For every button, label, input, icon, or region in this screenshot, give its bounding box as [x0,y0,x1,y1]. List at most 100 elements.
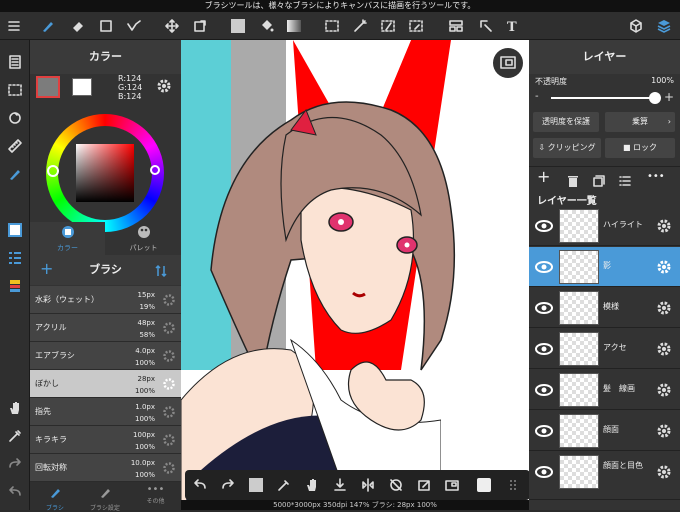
layer-settings-gear-icon[interactable] [656,464,672,480]
grip-icon[interactable] [505,476,523,494]
brush-tool-icon[interactable] [38,16,58,36]
tab-brush-settings[interactable]: ブラシ設定 [80,484,130,512]
stabilizer-icon[interactable] [5,164,25,184]
delete-layer-icon[interactable] [567,172,579,191]
vector-tool-icon[interactable] [124,16,144,36]
layer-row[interactable]: 顔面 [529,411,680,451]
brush-gear-icon[interactable] [162,377,176,391]
visibility-eye-icon[interactable] [534,218,554,234]
selection-icon[interactable] [5,80,25,100]
brush-gear-icon[interactable] [162,349,176,363]
panel-tool-icon[interactable] [446,16,466,36]
opacity-slider[interactable] [551,92,661,104]
brush-item[interactable]: 指先 1.0px 100% [30,398,181,426]
current-color-swatch[interactable] [247,476,265,494]
hue-ring[interactable] [46,114,164,232]
saturation-square[interactable] [76,144,134,202]
layer-settings-gear-icon[interactable] [656,259,672,275]
layer-settings-gear-icon[interactable] [656,218,672,234]
brush-gear-icon[interactable] [162,461,176,475]
undo-button-icon[interactable] [191,476,209,494]
brush-item[interactable]: キラキラ 100px 100% [30,426,181,454]
ruler-icon[interactable] [5,136,25,156]
main-color-swatch[interactable] [36,76,60,98]
layer-settings-gear-icon[interactable] [656,423,672,439]
layer-panel-toggle-icon[interactable] [5,276,25,296]
operate-tool-icon[interactable] [476,16,496,36]
brush-gear-icon[interactable] [162,405,176,419]
layer-row[interactable]: 顔面と目色 [529,452,680,500]
duplicate-layer-icon[interactable] [593,172,605,191]
sort-brush-icon[interactable] [154,263,168,282]
brush-item[interactable]: アクリル 48px 58% [30,314,181,342]
hue-handle[interactable] [47,165,59,177]
undo-icon[interactable] [5,482,25,502]
text-tool-icon[interactable]: T [502,16,522,36]
rotate-icon[interactable] [5,108,25,128]
eyedropper-icon[interactable] [5,426,25,446]
brush-item-selected[interactable]: ぼかし 28px 100% [30,370,181,398]
opacity-minus-icon[interactable]: - [535,91,539,102]
redo-button-icon[interactable] [219,476,237,494]
magic-wand-icon[interactable] [350,16,370,36]
snap-icon[interactable] [475,476,493,494]
visibility-eye-icon[interactable] [534,259,554,275]
shape-tool-icon[interactable] [96,16,116,36]
fullscreen-icon[interactable] [443,476,461,494]
layers-icon[interactable] [654,16,674,36]
move-tool-icon[interactable] [162,16,182,36]
visibility-eye-icon[interactable] [534,300,554,316]
material-icon[interactable] [626,16,646,36]
more-icon[interactable]: ••• [647,171,665,182]
layer-row[interactable]: 髪 線画 [529,370,680,410]
brush-item[interactable]: 回転対称 10.0px 100% [30,454,181,482]
layer-settings-gear-icon[interactable] [656,382,672,398]
visibility-eye-icon[interactable] [534,423,554,439]
add-brush-icon[interactable]: + [40,261,53,277]
layer-menu-icon[interactable] [619,172,631,191]
brush-gear-icon[interactable] [162,293,176,307]
layer-settings-gear-icon[interactable] [656,300,672,316]
download-icon[interactable] [331,476,349,494]
protect-alpha-button[interactable]: 透明度を保護 [533,112,599,132]
tab-color[interactable]: カラー [30,222,105,255]
visibility-eye-icon[interactable] [534,382,554,398]
add-layer-icon[interactable]: + [537,169,550,185]
visibility-eye-icon[interactable] [534,341,554,357]
layer-row[interactable]: ハイライト [529,206,680,246]
brush-panel-toggle-icon[interactable] [5,248,25,268]
layer-row-selected[interactable]: 影 [529,247,680,287]
brush-gear-icon[interactable] [162,433,176,447]
layer-settings-gear-icon[interactable] [656,341,672,357]
lock-button[interactable]: ■ ロック [605,138,675,158]
bucket-tool-icon[interactable] [256,16,276,36]
rotate-reset-icon[interactable] [387,476,405,494]
eraser-tool-icon[interactable] [68,16,88,36]
flip-icon[interactable] [359,476,377,494]
color-settings-gear-icon[interactable] [156,78,172,98]
eyedropper-button-icon[interactable] [275,476,293,494]
hand-tool-icon[interactable] [5,398,25,418]
select-eraser-icon[interactable] [406,16,426,36]
brush-gear-icon[interactable] [162,321,176,335]
gradient-tool-icon[interactable] [284,16,304,36]
opacity-plus-icon[interactable]: + [664,90,674,104]
brush-item[interactable]: エアブラシ 4.0px 100% [30,342,181,370]
sub-color-swatch[interactable] [72,78,92,96]
navigator-button[interactable] [493,48,523,78]
redo-icon[interactable] [5,454,25,474]
select-pen-icon[interactable] [378,16,398,36]
drawing-canvas[interactable] [181,40,529,510]
tab-other[interactable]: ••• その他 [130,484,181,505]
brush-item[interactable]: 水彩（ウェット） 15px 19% [30,286,181,314]
blend-mode-button[interactable]: 乗算 › [605,112,675,132]
hand-button-icon[interactable] [303,476,321,494]
transform-tool-icon[interactable] [190,16,210,36]
fill-color-icon[interactable] [228,16,248,36]
layer-row[interactable]: アクセ [529,329,680,369]
clipping-button[interactable]: ⇩ クリッピング [533,138,601,158]
color-panel-toggle-icon[interactable] [5,220,25,240]
select-tool-icon[interactable] [322,16,342,36]
tab-brush[interactable]: ブラシ [30,484,80,512]
menu-icon[interactable] [4,16,24,36]
